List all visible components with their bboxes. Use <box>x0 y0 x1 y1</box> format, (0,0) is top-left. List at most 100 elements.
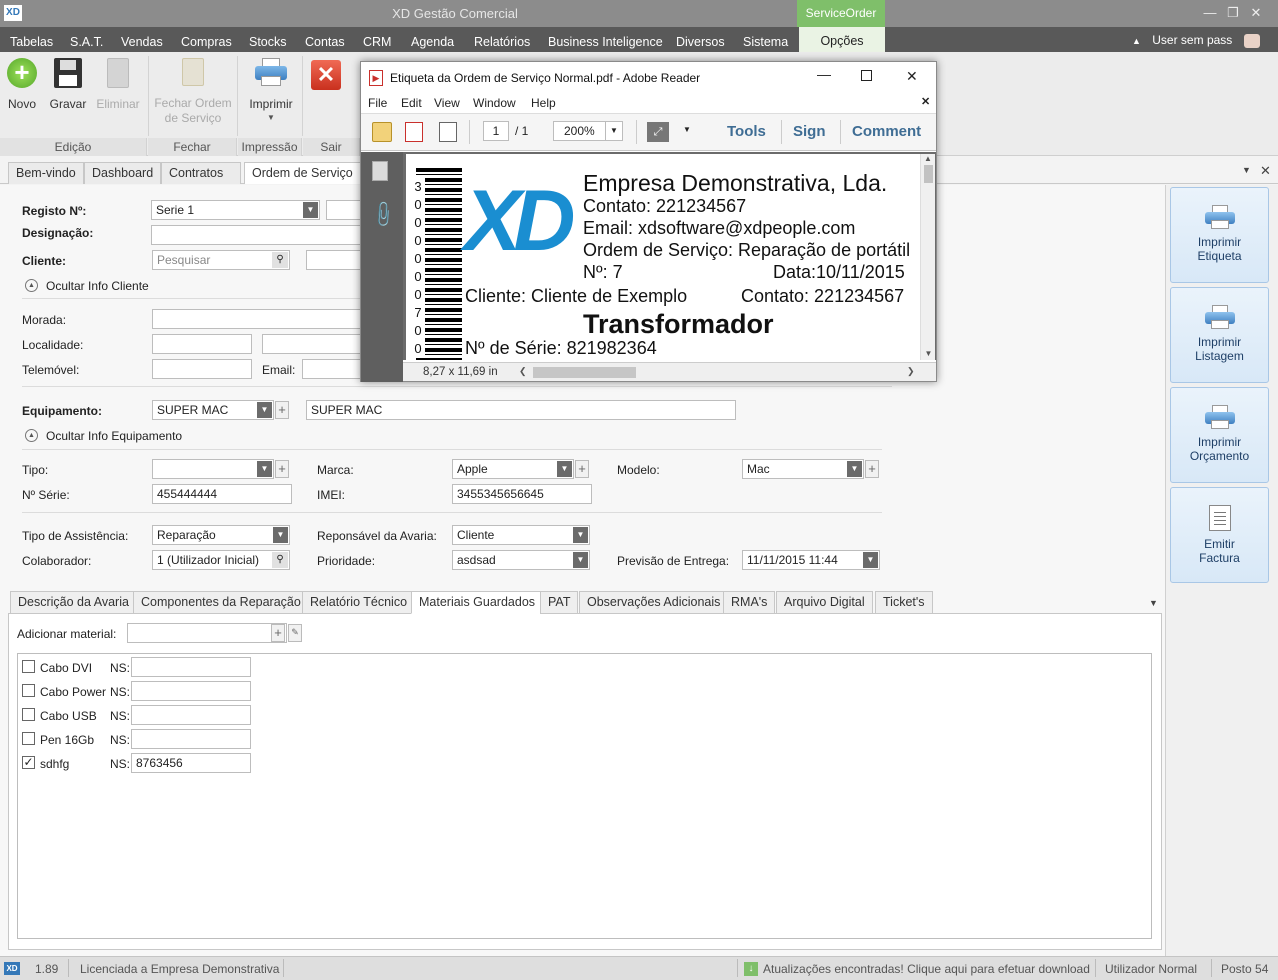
close-icon[interactable]: ✕ <box>1246 3 1266 23</box>
chevron-down-icon[interactable]: ▼ <box>303 202 318 218</box>
scroll-left-icon[interactable]: ❮ <box>519 366 527 377</box>
add-equipamento-button[interactable]: + <box>275 401 289 419</box>
menu-contas[interactable]: Contas <box>305 35 345 49</box>
download-icon[interactable]: ↓ <box>744 962 758 976</box>
marca-select[interactable]: Apple ▼ <box>452 459 574 479</box>
tab-observacoes-adicionais[interactable]: Observações Adicionais <box>579 591 729 614</box>
open-file-icon[interactable] <box>372 122 392 142</box>
minimize-icon[interactable]: — <box>1200 3 1220 23</box>
chevron-down-icon[interactable]: ▼ <box>683 125 691 134</box>
registo-number-input[interactable] <box>326 200 362 220</box>
collapse-icon[interactable]: ▲ <box>25 429 38 442</box>
close-all-icon[interactable]: ✕ <box>1260 163 1271 179</box>
add-marca-button[interactable]: + <box>575 460 589 478</box>
novo-button[interactable]: + Novo <box>4 58 40 111</box>
chevron-down-icon[interactable]: ▼ <box>257 461 272 477</box>
pdf-page-input[interactable]: 1 <box>483 121 509 141</box>
cliente-name-input[interactable] <box>306 250 362 270</box>
email-input[interactable] <box>302 359 362 379</box>
pdf-sign-button[interactable]: Sign <box>793 123 826 140</box>
imprimir-listagem-button[interactable]: Imprimir Listagem <box>1170 287 1269 383</box>
checkbox[interactable] <box>22 660 35 673</box>
tab-arquivo-digital[interactable]: Arquivo Digital <box>776 591 873 614</box>
gravar-button[interactable]: Gravar <box>48 58 88 111</box>
menu-agenda[interactable]: Agenda <box>411 35 454 49</box>
cliente-search-input[interactable]: Pesquisar ⚲ <box>152 250 290 270</box>
user-area[interactable]: ▲ User sem pass <box>1132 33 1260 48</box>
chevron-down-icon[interactable]: ▼ <box>573 527 588 543</box>
pdf-menu-view[interactable]: View <box>434 96 460 110</box>
telemovel-input[interactable] <box>152 359 252 379</box>
pdf-comment-button[interactable]: Comment <box>852 123 921 140</box>
minimize-icon[interactable]: — <box>817 66 831 82</box>
imei-input[interactable]: 3455345656645 <box>452 484 592 504</box>
ns-input[interactable] <box>131 705 251 725</box>
ns-input[interactable]: 8763456 <box>131 753 251 773</box>
designacao-input[interactable] <box>151 225 362 245</box>
chevron-down-icon[interactable]: ▼ <box>863 552 878 568</box>
localidade-input[interactable] <box>262 334 362 354</box>
emitir-factura-button[interactable]: Emitir Factura <box>1170 487 1269 583</box>
add-tipo-button[interactable]: + <box>275 460 289 478</box>
checkbox-checked[interactable]: ✓ <box>22 756 35 769</box>
pdf-tools-button[interactable]: Tools <box>727 123 766 140</box>
imprimir-etiqueta-button[interactable]: Imprimir Etiqueta <box>1170 187 1269 283</box>
tab-descricao-avaria[interactable]: Descrição da Avaria <box>10 591 137 614</box>
sair-button[interactable]: ✕ <box>310 60 342 90</box>
fechar-ordem-button[interactable]: Fechar Ordem de Serviço <box>150 58 236 126</box>
horizontal-scroll-thumb[interactable] <box>533 367 636 378</box>
ocultar-cliente-link[interactable]: Ocultar Info Cliente <box>46 279 149 293</box>
tab-pat[interactable]: PAT <box>540 591 579 614</box>
scroll-right-icon[interactable]: ❯ <box>907 366 915 377</box>
create-pdf-icon[interactable] <box>405 122 423 142</box>
checkbox[interactable] <box>22 684 35 697</box>
add-modelo-button[interactable]: + <box>865 460 879 478</box>
adicionar-material-input[interactable] <box>127 623 287 643</box>
page-thumbnails-icon[interactable] <box>372 161 388 181</box>
chevron-down-icon[interactable]: ▼ <box>257 402 272 418</box>
menu-crm[interactable]: CRM <box>363 35 391 49</box>
modelo-select[interactable]: Mac ▼ <box>742 459 864 479</box>
tab-relatorio-tecnico[interactable]: Relatório Técnico <box>302 591 416 614</box>
chevron-down-icon[interactable]: ▼ <box>273 527 288 543</box>
tipo-assistencia-select[interactable]: Reparação ▼ <box>152 525 290 545</box>
ns-input[interactable] <box>131 657 251 677</box>
panel-tabs-dropdown-icon[interactable]: ▼ <box>1149 598 1158 608</box>
pdf-menu-help[interactable]: Help <box>531 96 556 110</box>
tab-materiais-guardados[interactable]: Materiais Guardados <box>411 591 544 614</box>
nserie-input[interactable]: 455444444 <box>152 484 292 504</box>
add-material-button[interactable]: + <box>271 624 285 642</box>
tab-bem-vindo[interactable]: Bem-vindo <box>8 162 84 184</box>
scroll-up-icon[interactable]: ▲ <box>921 154 935 163</box>
scroll-thumb[interactable] <box>923 165 933 183</box>
close-icon[interactable]: ✕ <box>906 68 918 85</box>
tab-componentes-reparacao[interactable]: Componentes da Reparação <box>133 591 309 614</box>
menu-sat[interactable]: S.A.T. <box>70 35 103 49</box>
menu-tabelas[interactable]: Tabelas <box>10 35 53 49</box>
equipamento-desc-input[interactable]: SUPER MAC <box>306 400 736 420</box>
tab-ordem-servico[interactable]: Ordem de Serviço ✕ <box>244 162 364 200</box>
pdf-menu-edit[interactable]: Edit <box>401 96 422 110</box>
tab-rmas[interactable]: RMA's <box>723 591 776 614</box>
edit-document-icon[interactable] <box>439 122 457 142</box>
codigo-postal-input[interactable] <box>152 334 252 354</box>
chevron-down-icon[interactable]: ▼ <box>557 461 572 477</box>
checkbox[interactable] <box>22 708 35 721</box>
chevron-down-icon[interactable]: ▼ <box>605 122 622 140</box>
tab-tickets[interactable]: Ticket's <box>875 591 933 614</box>
chevron-down-icon[interactable]: ▼ <box>573 552 588 568</box>
menu-sistema[interactable]: Sistema <box>743 35 788 49</box>
menu-stocks[interactable]: Stocks <box>249 35 287 49</box>
edit-material-icon[interactable]: ✎ <box>288 624 302 642</box>
colaborador-input[interactable]: 1 (Utilizador Inicial) ⚲ <box>152 550 290 570</box>
search-icon[interactable]: ⚲ <box>272 252 288 268</box>
search-icon[interactable]: ⚲ <box>272 552 288 568</box>
ns-input[interactable] <box>131 681 251 701</box>
eliminar-button[interactable]: Eliminar <box>94 58 142 111</box>
chevron-down-icon[interactable]: ▼ <box>847 461 862 477</box>
ns-input[interactable] <box>131 729 251 749</box>
imprimir-button[interactable]: Imprimir ▼ <box>242 58 300 122</box>
imprimir-orcamento-button[interactable]: Imprimir Orçamento <box>1170 387 1269 483</box>
ocultar-equipamento-link[interactable]: Ocultar Info Equipamento <box>46 429 182 443</box>
menu-opcoes[interactable]: Opções <box>799 27 885 52</box>
